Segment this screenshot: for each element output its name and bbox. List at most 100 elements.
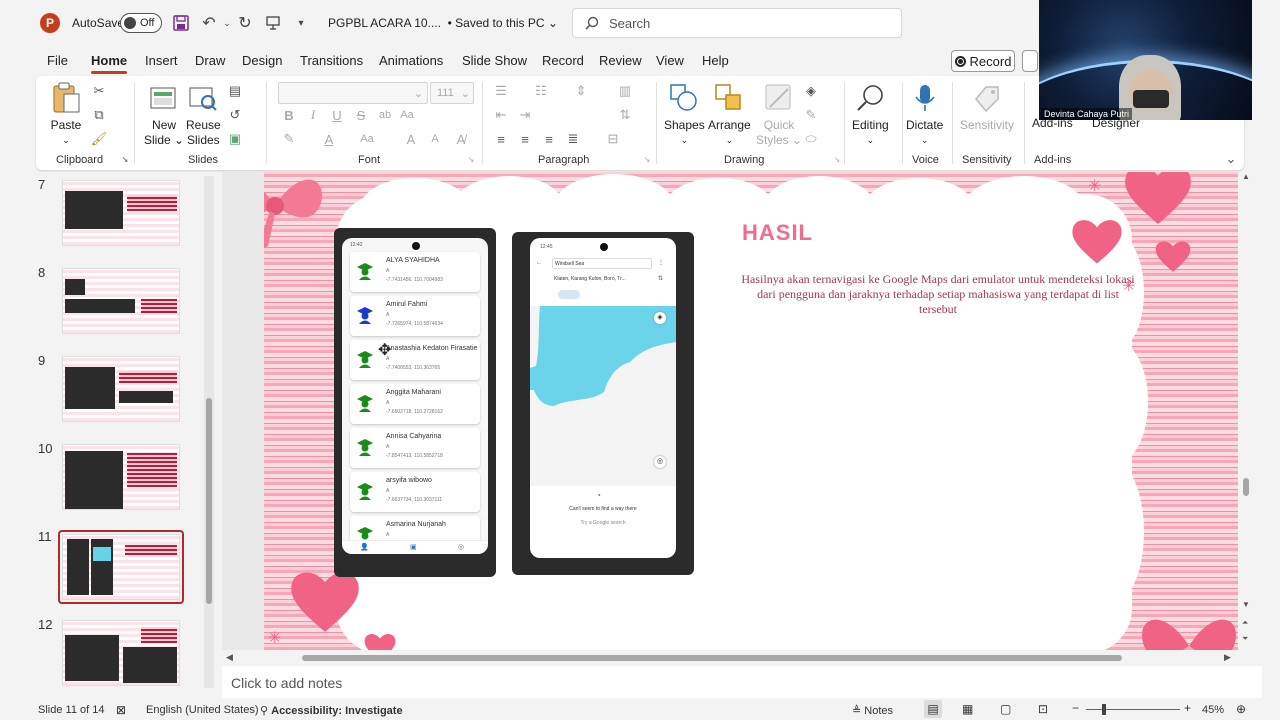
notes-pane[interactable]: Click to add notes: [222, 666, 1262, 698]
shape-effects-icon[interactable]: ⬭: [802, 130, 820, 148]
tab-record[interactable]: Record: [542, 53, 584, 68]
fit-slide-icon[interactable]: ⊕: [1236, 702, 1246, 716]
record-button[interactable]: Record: [951, 50, 1015, 72]
contact-card[interactable]: arsyifa wibowo A -7.6637734, 110.3037111: [350, 472, 480, 512]
font-dialog-launcher-icon[interactable]: ↘: [466, 154, 476, 164]
justify-icon[interactable]: ≣: [564, 130, 582, 148]
normal-view-icon[interactable]: ▤: [924, 700, 942, 718]
editing-button[interactable]: Editing ⌄: [852, 82, 889, 148]
collapse-ribbon-icon[interactable]: ⌄: [1222, 150, 1240, 168]
language-indicator[interactable]: English (United States): [146, 704, 259, 716]
scroll-right-icon[interactable]: ▶: [1224, 652, 1231, 663]
contact-card[interactable]: Anggita Maharani A -7.6502718, 110.2728162: [350, 384, 480, 424]
contact-card[interactable]: ALYA SYAHIDHA A -7.7431456, 110.7004983: [350, 252, 480, 292]
map-view[interactable]: ◈ ◎: [530, 306, 676, 486]
slide-vertical-scrollbar[interactable]: ▲ ▼ ⏶ ⏷: [1240, 172, 1252, 650]
contact-card[interactable]: Anastashia Kedaton Firasatie A -7.7400553,…: [350, 340, 480, 380]
numbering-icon[interactable]: ☷: [532, 82, 550, 100]
vertical-scroll-thumb[interactable]: [1243, 478, 1249, 496]
redo-icon[interactable]: ↻: [234, 12, 256, 34]
more-options-icon[interactable]: ⋮: [658, 259, 664, 266]
save-icon[interactable]: [170, 12, 192, 34]
search-box[interactable]: Search: [572, 8, 902, 38]
font-color-icon[interactable]: A: [320, 130, 338, 148]
align-right-icon[interactable]: ≡: [540, 130, 558, 148]
strikethrough-icon[interactable]: S: [352, 106, 370, 124]
dialog-launcher-icon[interactable]: ↘: [120, 154, 130, 164]
line-spacing-icon[interactable]: ⇕: [572, 82, 590, 100]
present-from-start-icon[interactable]: [262, 12, 284, 34]
decrease-indent-icon[interactable]: ⇤: [492, 106, 510, 124]
quick-styles-button[interactable]: Quick Styles ⌄: [756, 82, 802, 148]
notes-button[interactable]: ≜ Notes: [852, 704, 893, 717]
scroll-left-icon[interactable]: ◀: [226, 652, 233, 663]
thumbnail-slide-12[interactable]: [62, 620, 180, 686]
paragraph-dialog-launcher-icon[interactable]: ↘: [642, 154, 652, 164]
contacts-tab-icon[interactable]: ▣: [410, 543, 417, 551]
route-from-field[interactable]: Windsell Sea: [552, 258, 652, 269]
shape-outline-icon[interactable]: ✎: [802, 106, 820, 124]
scroll-down-icon[interactable]: ▼: [1242, 600, 1250, 609]
shapes-button[interactable]: Shapes ⌄: [664, 82, 705, 148]
font-name-box[interactable]: ⌄: [278, 82, 428, 104]
reset-icon[interactable]: ↺: [226, 106, 244, 124]
paste-button[interactable]: Paste ⌄: [50, 82, 82, 148]
car-mode-chip[interactable]: [558, 290, 580, 299]
tab-home[interactable]: Home: [91, 53, 128, 74]
bullets-icon[interactable]: ☰: [492, 82, 510, 100]
tab-file[interactable]: File: [47, 53, 68, 68]
google-search-hint[interactable]: Try a Google search: [530, 520, 676, 526]
back-arrow-icon[interactable]: ←: [536, 260, 542, 266]
tab-insert[interactable]: Insert: [145, 53, 178, 68]
zoom-slider-knob[interactable]: [1102, 704, 1107, 715]
change-case-icon-2[interactable]: Aa: [358, 130, 376, 148]
align-text-icon[interactable]: ⊟: [604, 130, 622, 148]
person-icon[interactable]: 👤: [360, 543, 369, 551]
reading-view-icon[interactable]: ▢: [1000, 702, 1011, 716]
my-location-icon[interactable]: ◎: [654, 456, 666, 468]
zoom-slider[interactable]: [1086, 709, 1180, 710]
next-slide-icon[interactable]: ⏷: [1242, 634, 1248, 644]
cut-icon[interactable]: ✂: [90, 82, 108, 100]
zoom-in-icon[interactable]: +: [1184, 701, 1191, 715]
swap-icon[interactable]: ⇅: [658, 275, 663, 282]
zoom-level[interactable]: 45%: [1202, 704, 1224, 716]
tab-help[interactable]: Help: [702, 53, 729, 68]
zoom-out-icon[interactable]: −: [1072, 701, 1079, 715]
customize-toolbar-icon[interactable]: ▾: [290, 12, 312, 34]
slide-horizontal-scrollbar[interactable]: ◀ ▶: [226, 652, 1234, 664]
section-icon[interactable]: ▣: [226, 130, 244, 148]
spell-check-icon[interactable]: ⊠: [116, 703, 126, 717]
tab-slide-show[interactable]: Slide Show: [462, 53, 527, 68]
thumbnail-slide-9[interactable]: [62, 356, 180, 422]
settings-tab-icon[interactable]: ◎: [458, 543, 464, 551]
format-painter-icon[interactable]: 🖌: [90, 130, 108, 148]
dictate-button[interactable]: Dictate ⌄: [906, 82, 943, 148]
tab-transitions[interactable]: Transitions: [300, 53, 363, 68]
horizontal-scroll-thumb[interactable]: [302, 655, 1122, 661]
italic-icon[interactable]: I: [304, 106, 322, 124]
autosave-toggle[interactable]: Off: [120, 13, 162, 33]
tab-view[interactable]: View: [656, 53, 684, 68]
previous-slide-icon[interactable]: ⏶: [1242, 618, 1248, 628]
arrange-button[interactable]: Arrange ⌄: [708, 82, 751, 148]
increase-indent-icon[interactable]: ⇥: [516, 106, 534, 124]
bold-icon[interactable]: B: [280, 106, 298, 124]
increase-font-icon[interactable]: A: [402, 130, 420, 148]
route-to-field[interactable]: Klaten, Karang Kulon, Boro, Tr...: [552, 274, 652, 285]
copy-icon[interactable]: ⧉: [90, 106, 108, 124]
thumbnail-slide-11[interactable]: [62, 534, 180, 600]
slide[interactable]: ✳ ✳ ✳ 12:42 ALYA SYAHIDHA A -7.7431456, 11…: [264, 172, 1238, 650]
shape-fill-icon[interactable]: ◈: [802, 82, 820, 100]
character-spacing-icon[interactable]: ab: [376, 106, 394, 124]
drawing-dialog-launcher-icon[interactable]: ↘: [832, 154, 842, 164]
thumbnails-scroll-thumb[interactable]: [206, 398, 212, 604]
reuse-slides-button[interactable]: Reuse Slides: [186, 82, 221, 148]
share-button[interactable]: [1022, 50, 1038, 72]
align-center-icon[interactable]: ≡: [516, 130, 534, 148]
tab-animations[interactable]: Animations: [379, 53, 443, 68]
tab-review[interactable]: Review: [599, 53, 642, 68]
tab-draw[interactable]: Draw: [195, 53, 225, 68]
decrease-font-icon[interactable]: A: [426, 130, 444, 148]
accessibility-indicator[interactable]: ⚲ Accessibility: Investigate: [260, 704, 403, 717]
